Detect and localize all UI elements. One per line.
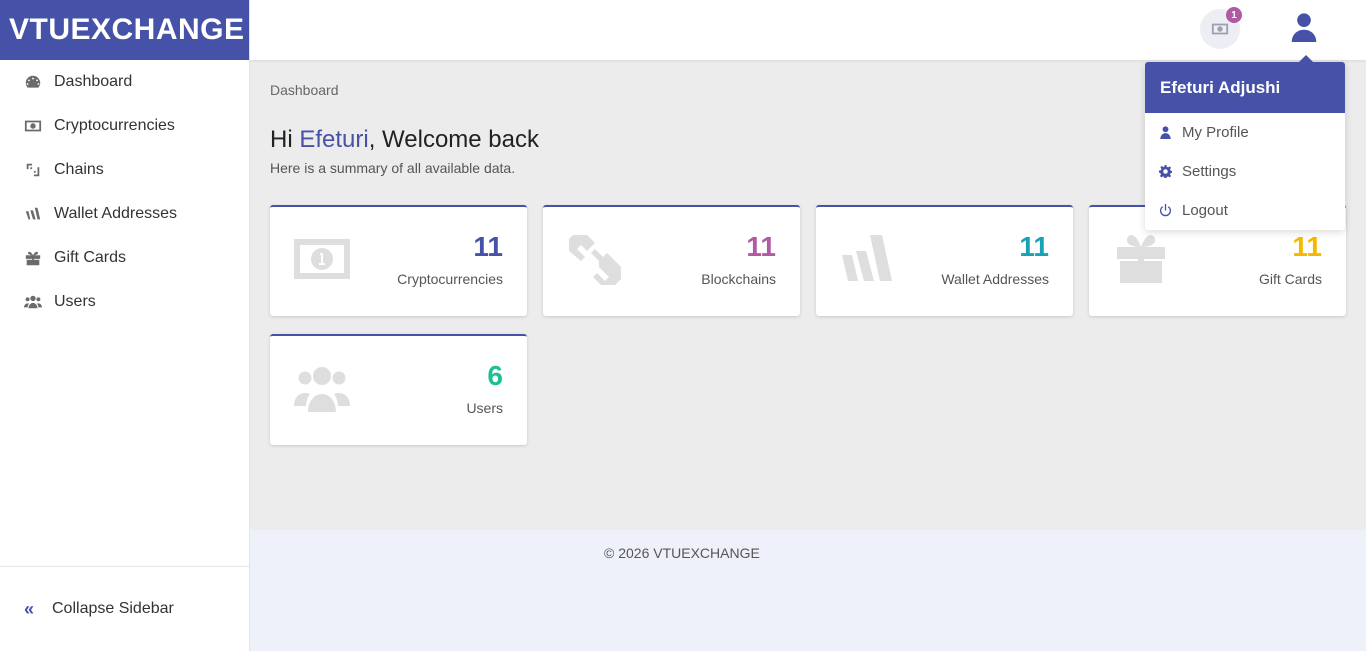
- dropdown-item-label: My Profile: [1182, 124, 1249, 141]
- gift-icon: [24, 249, 42, 267]
- greeting-prefix: Hi: [270, 126, 300, 153]
- stat-card-users[interactable]: 6 Users: [270, 334, 527, 445]
- dropdown-item-settings[interactable]: Settings: [1145, 152, 1345, 191]
- sidebar-item-chains[interactable]: Chains: [0, 148, 249, 192]
- link-icon: [567, 233, 623, 285]
- user-menu-button[interactable]: [1290, 12, 1320, 44]
- sidebar-item-label: Chains: [54, 161, 104, 178]
- users-icon: [24, 293, 42, 311]
- user-icon: [1158, 126, 1172, 140]
- stat-value: 11: [1292, 231, 1322, 262]
- wallet-icon: [24, 205, 42, 223]
- dropdown-item-logout[interactable]: Logout: [1145, 191, 1345, 230]
- wallet-icon: [840, 233, 896, 285]
- money-bill-icon: [24, 117, 42, 135]
- sidebar-item-label: Users: [54, 293, 96, 310]
- breadcrumb: Dashboard: [270, 82, 339, 98]
- stat-card-cryptocurrencies[interactable]: 11 Cryptocurrencies: [270, 205, 527, 316]
- sidebar-item-label: Wallet Addresses: [54, 205, 178, 222]
- double-chevron-left-icon: «: [24, 598, 35, 619]
- stat-value: 11: [473, 231, 503, 262]
- collapse-sidebar-label: Collapse Sidebar: [52, 600, 174, 617]
- page-title: Hi Efeturi, Welcome back: [270, 126, 539, 154]
- stat-label: Cryptocurrencies: [397, 271, 503, 287]
- stat-label: Blockchains: [701, 271, 776, 287]
- stat-value: 11: [1019, 231, 1049, 262]
- sidebar-item-label: Gift Cards: [54, 249, 127, 266]
- page-subtitle: Here is a summary of all available data.: [270, 160, 516, 176]
- stat-label: Wallet Addresses: [941, 271, 1049, 287]
- dropdown-caret: [1299, 55, 1313, 62]
- sidebar-item-gift-cards[interactable]: Gift Cards: [0, 236, 249, 280]
- users-icon: [294, 362, 350, 414]
- dropdown-item-label: Logout: [1182, 202, 1228, 219]
- money-bill-icon: [1211, 23, 1229, 35]
- footer: © 2026 VTUEXCHANGE: [250, 530, 1366, 651]
- brand-logo[interactable]: VTUEXCHANGE: [0, 0, 249, 60]
- copyright-text: © 2026 VTUEXCHANGE: [604, 545, 760, 561]
- sidebar-item-cryptocurrencies[interactable]: Cryptocurrencies: [0, 104, 249, 148]
- dashboard-icon: [24, 73, 42, 91]
- sidebar-item-wallet-addresses[interactable]: Wallet Addresses: [0, 192, 249, 236]
- user-first-name: Efeturi: [299, 126, 369, 153]
- notification-button[interactable]: 1: [1200, 7, 1242, 49]
- sidebar-nav: Dashboard Cryptocurrencies Chains Wallet…: [0, 60, 249, 324]
- stat-card-wallet-addresses[interactable]: 11 Wallet Addresses: [816, 205, 1073, 316]
- dropdown-item-label: Settings: [1182, 163, 1237, 180]
- greeting-suffix: , Welcome back: [368, 126, 540, 153]
- sidebar-item-label: Dashboard: [54, 73, 133, 90]
- stat-card-blockchains[interactable]: 11 Blockchains: [543, 205, 800, 316]
- collapse-sidebar-button[interactable]: « Collapse Sidebar: [0, 566, 249, 651]
- stat-label: Gift Cards: [1258, 271, 1322, 287]
- dropdown-user-name: Efeturi Adjushi: [1145, 62, 1345, 113]
- user-dropdown-menu: Efeturi Adjushi My Profile Settings Logo…: [1145, 55, 1345, 230]
- stat-value: 6: [487, 360, 503, 391]
- gift-icon: [1113, 233, 1169, 285]
- link-icon: [24, 161, 42, 179]
- top-header: 1: [250, 0, 1366, 60]
- sidebar-item-dashboard[interactable]: Dashboard: [0, 60, 249, 104]
- money-bill-icon: [294, 233, 350, 285]
- gear-icon: [1158, 165, 1172, 179]
- user-icon: [1291, 13, 1317, 42]
- sidebar-item-label: Cryptocurrencies: [54, 117, 175, 134]
- notification-badge: 1: [1226, 7, 1242, 23]
- sidebar: VTUEXCHANGE Dashboard Cryptocurrencies C…: [0, 0, 250, 651]
- stat-label: Users: [466, 400, 503, 416]
- power-icon: [1158, 204, 1172, 218]
- dropdown-item-my-profile[interactable]: My Profile: [1145, 113, 1345, 152]
- stat-value: 11: [746, 231, 776, 262]
- sidebar-item-users[interactable]: Users: [0, 280, 249, 324]
